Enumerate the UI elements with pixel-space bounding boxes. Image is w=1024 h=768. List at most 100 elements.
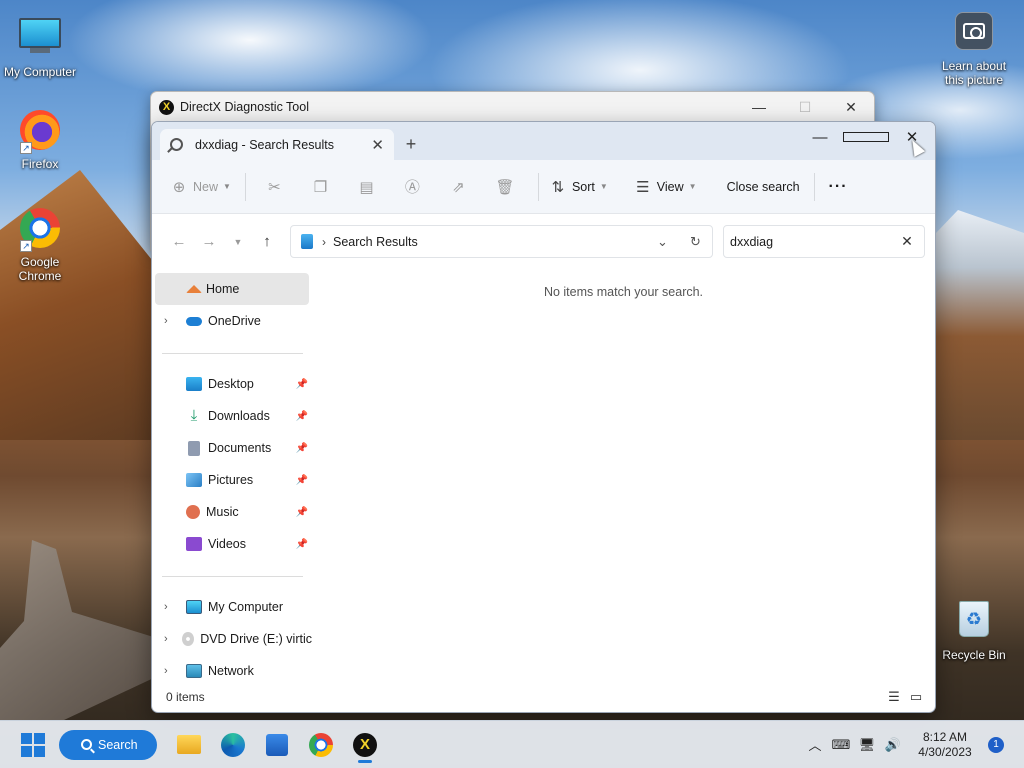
windows-logo-icon	[21, 732, 32, 744]
keyboard-icon[interactable]: ⌨	[828, 737, 854, 753]
desktop-icon-recycle-bin[interactable]: ♻ Recycle Bin	[934, 597, 1014, 662]
taskbar-edge[interactable]	[211, 725, 255, 765]
copy-button[interactable]: ❐	[300, 171, 346, 203]
close-icon[interactable]: ✕	[828, 99, 874, 116]
pin-icon: 📌	[295, 410, 308, 422]
folder-icon	[177, 735, 201, 754]
chrome-icon	[309, 732, 333, 757]
sidebar-item-music[interactable]: Music 📌	[152, 496, 312, 528]
home-icon	[186, 285, 202, 293]
directx-logo-icon: X	[159, 99, 174, 115]
desktop-icon-learn-picture[interactable]: Learn about this picture	[934, 12, 1014, 87]
cut-button[interactable]: ✂	[254, 171, 300, 203]
delete-button[interactable]: 🗑	[484, 171, 530, 203]
notification-badge[interactable]: 1	[988, 736, 1004, 753]
system-tray: ︿ ⌨ 🖥 🔊 8:12 AM 4/30/2023 1	[802, 730, 1024, 760]
chevron-down-icon: ▼	[223, 182, 231, 191]
desktop-icon-chrome[interactable]: ↗ Google Chrome	[0, 206, 80, 283]
details-view-button[interactable]: ☰	[883, 689, 905, 705]
maximize-button[interactable]	[843, 122, 889, 152]
sidebar-item-downloads[interactable]: ⤓ Downloads 📌	[152, 400, 312, 432]
sidebar-item-dvd-drive[interactable]: › DVD Drive (E:) virtic	[152, 623, 312, 655]
desktop-icon-label: Recycle Bin	[942, 648, 1006, 662]
sidebar-item-network[interactable]: › Network	[152, 655, 312, 687]
recycle-bin-icon: ♻	[952, 601, 996, 645]
file-list-area[interactable]: No items match your search.	[312, 269, 935, 680]
tiles-view-icon: ▭	[909, 689, 923, 704]
edge-icon	[221, 732, 245, 757]
share-button[interactable]: ⇗	[438, 171, 484, 203]
sidebar-item-documents[interactable]: Documents 📌	[152, 432, 312, 464]
empty-search-message: No items match your search.	[543, 285, 704, 299]
clock-date: 4/30/2023	[918, 744, 972, 759]
paste-button[interactable]: ▤	[346, 171, 392, 203]
sidebar-item-onedrive[interactable]: › OneDrive	[152, 305, 312, 337]
arrow-up-icon: ↑	[263, 233, 271, 250]
address-dropdown-button[interactable]: ⌄	[646, 234, 679, 250]
breadcrumb[interactable]: Search Results	[333, 235, 418, 249]
explorer-tabbar[interactable]: dxxdiag - Search Results ✕ + — ✕	[152, 122, 935, 160]
clock[interactable]: 8:12 AM 4/30/2023	[908, 730, 982, 760]
up-button[interactable]: ↑	[252, 233, 282, 250]
refresh-button[interactable]: ↻	[679, 234, 712, 250]
sort-button-label: Sort	[571, 179, 595, 194]
taskbar-search-button[interactable]: Search	[59, 729, 157, 760]
taskbar-directx[interactable]: X	[343, 725, 387, 765]
chevron-right-icon[interactable]: ›	[164, 633, 182, 645]
sort-button[interactable]: ⇅ Sort ▼	[547, 171, 614, 203]
desktop-icon-my-computer[interactable]: My Computer	[0, 12, 80, 79]
back-button[interactable]: ←	[164, 233, 194, 250]
sidebar-item-label: My Computer	[208, 600, 284, 614]
recent-locations-button[interactable]: ▼	[224, 237, 252, 247]
start-button[interactable]	[21, 732, 45, 757]
pin-icon: 📌	[295, 538, 308, 550]
sidebar-item-desktop[interactable]: Desktop 📌	[152, 368, 312, 400]
view-button[interactable]: ☰ View ▼	[628, 171, 703, 203]
taskbar-chrome[interactable]	[299, 725, 343, 765]
search-icon	[170, 138, 183, 151]
tab-close-icon[interactable]: ✕	[371, 136, 384, 154]
copy-icon: ❐	[313, 178, 328, 196]
more-options-button[interactable]: ···	[823, 171, 854, 203]
forward-button[interactable]: →	[194, 233, 224, 250]
sidebar-item-videos[interactable]: Videos 📌	[152, 528, 312, 560]
minimize-icon[interactable]: —	[736, 99, 782, 116]
dvd-icon	[182, 632, 195, 646]
tab-search-results[interactable]: dxxdiag - Search Results ✕	[160, 129, 394, 160]
chevron-right-icon[interactable]: ›	[164, 665, 186, 677]
desktop-icon-firefox[interactable]: ↗ Firefox	[0, 108, 80, 171]
sidebar-item-my-computer[interactable]: › My Computer	[152, 591, 312, 623]
trash-icon: 🗑	[495, 178, 515, 196]
address-bar[interactable]: › Search Results ⌄ ↻	[290, 225, 713, 258]
sidebar-item-home[interactable]: Home	[155, 273, 309, 305]
search-box[interactable]: ✕	[723, 225, 925, 258]
new-tab-button[interactable]: +	[394, 129, 428, 160]
new-button[interactable]: ⊕ New ▼	[164, 171, 237, 203]
download-icon: ⤓	[190, 407, 198, 424]
sidebar-item-pictures[interactable]: Pictures 📌	[152, 464, 312, 496]
plus-circle-icon: ⊕	[172, 178, 186, 196]
minimize-button[interactable]: —	[797, 122, 843, 152]
network-status-icon[interactable]: 🖥	[854, 737, 880, 753]
toolbar-divider	[537, 172, 539, 201]
address-row: ← → ▼ ↑ › Search Results ⌄ ↻ ✕	[152, 214, 935, 269]
chevron-right-icon[interactable]: ›	[164, 601, 186, 613]
taskbar-file-explorer[interactable]	[167, 725, 211, 765]
sidebar-item-label: Network	[208, 664, 254, 678]
show-hidden-icons-button[interactable]: ︿	[802, 735, 828, 754]
clear-search-button[interactable]: ✕	[890, 233, 924, 250]
close-search-button[interactable]: Close search	[721, 171, 806, 203]
navigation-pane[interactable]: Home › OneDrive Desktop 📌 ⤓ Downloads 📌	[152, 269, 312, 680]
maximize-icon	[843, 132, 889, 142]
taskbar-store[interactable]	[255, 725, 299, 765]
clipboard-icon: ▤	[359, 178, 374, 196]
music-icon	[186, 505, 200, 519]
search-input[interactable]	[730, 234, 890, 249]
tiles-view-button[interactable]: ▭	[905, 689, 927, 705]
rename-button[interactable]: Ⓐ	[392, 171, 438, 203]
file-explorer-window[interactable]: dxxdiag - Search Results ✕ + — ✕ ⊕ New ▼…	[151, 121, 936, 713]
volume-icon[interactable]: 🔊	[880, 737, 906, 753]
directx-titlebar[interactable]: X DirectX Diagnostic Tool — ☐ ✕	[151, 92, 874, 122]
chevron-right-icon[interactable]: ›	[164, 315, 186, 327]
desktop-folder-icon	[186, 377, 202, 391]
